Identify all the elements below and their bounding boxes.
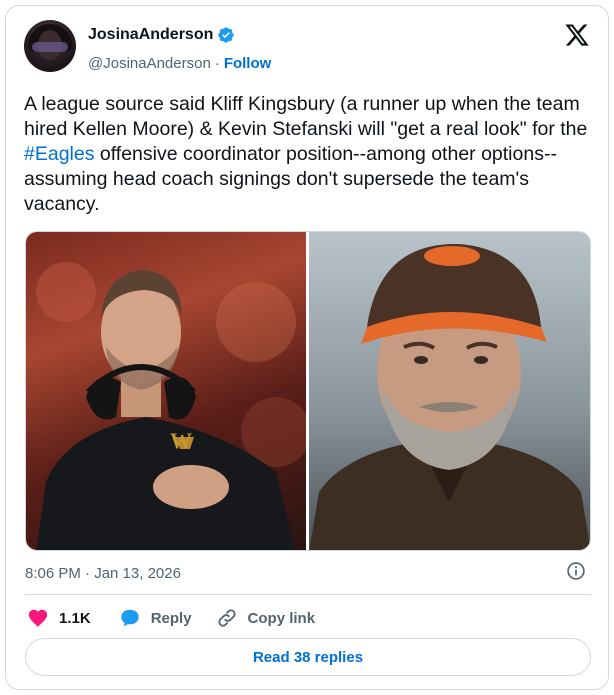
tweet-media: W	[25, 231, 591, 551]
reply-label: Reply	[150, 609, 192, 627]
link-icon	[217, 609, 236, 627]
tweet-text-part: offensive coordinator position--among ot…	[24, 143, 557, 215]
author-display-name[interactable]: JosinaAnderson	[88, 26, 213, 44]
copy-link-button[interactable]: Copy link	[216, 607, 316, 629]
author-name-row: JosinaAnderson	[88, 26, 235, 44]
tweet-timestamp[interactable]: 8:06 PM · Jan 13, 2026	[25, 565, 181, 582]
like-button[interactable]: 1.1K	[27, 607, 91, 629]
read-replies-button[interactable]: Read 38 replies	[25, 638, 591, 676]
person-photo-right-illustration	[309, 243, 590, 550]
reply-bubble-icon	[120, 609, 139, 627]
like-count: 1.1K	[59, 609, 91, 627]
tweet-actions: 1.1K Reply Copy link	[25, 606, 315, 630]
author-handle[interactable]: @JosinaAnderson	[88, 55, 211, 72]
tweet-text-part: A league source said Kliff Kingsbury (a …	[24, 93, 588, 140]
verified-badge-icon	[218, 27, 235, 43]
author-avatar[interactable]	[24, 20, 76, 72]
person-photo-left-illustration: W	[36, 262, 306, 550]
divider	[25, 594, 591, 595]
author-meta-row: @JosinaAnderson · Follow	[88, 55, 271, 72]
copy-link-label: Copy link	[247, 609, 316, 627]
media-photo-left[interactable]: W	[26, 232, 306, 550]
info-icon[interactable]	[566, 561, 586, 581]
hashtag-link[interactable]: #Eagles	[24, 143, 94, 165]
reply-button[interactable]: Reply	[119, 607, 192, 629]
x-logo-icon[interactable]	[564, 22, 590, 48]
media-photo-right[interactable]	[309, 232, 590, 550]
heart-icon	[28, 609, 48, 627]
follow-button[interactable]: Follow	[224, 55, 272, 72]
meta-separator: ·	[214, 55, 220, 72]
svg-text:W: W	[170, 428, 192, 453]
tweet-card: JosinaAnderson @JosinaAnderson · Follow …	[5, 5, 609, 690]
tweet-text: A league source said Kliff Kingsbury (a …	[24, 92, 599, 217]
